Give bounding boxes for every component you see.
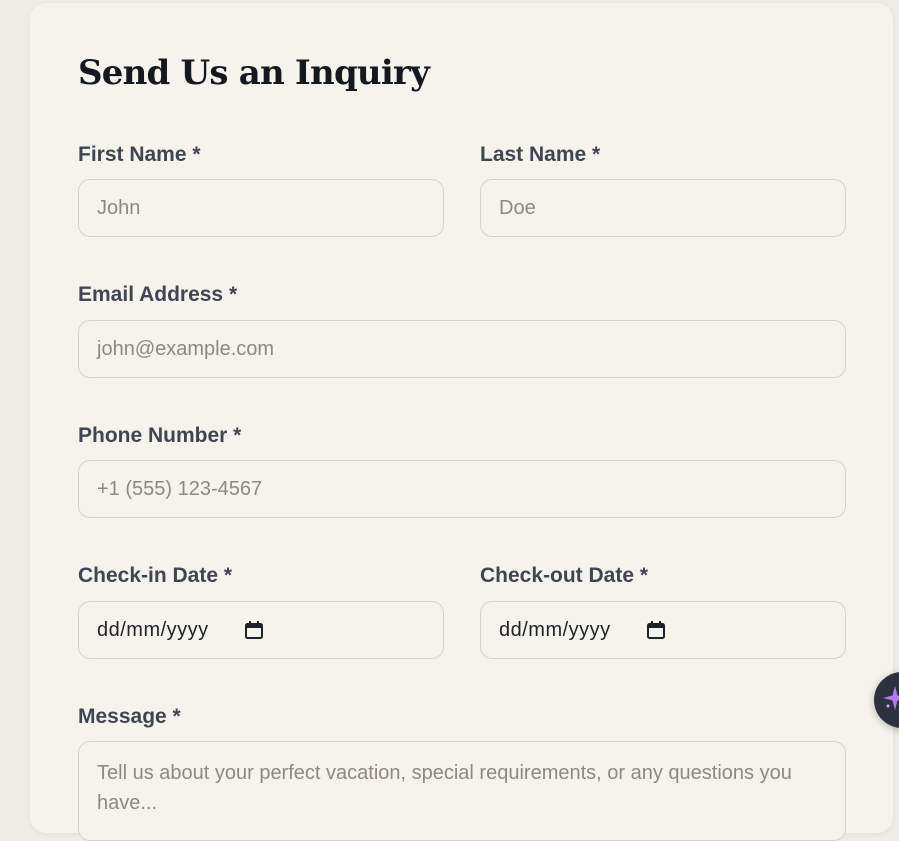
last-name-label: Last Name * <box>480 143 601 166</box>
calendar-icon[interactable] <box>645 619 667 641</box>
first-name-placeholder: John <box>97 196 141 219</box>
message-textarea[interactable]: Tell us about your perfect vacation, spe… <box>78 741 846 841</box>
phone-placeholder: +1 (555) 123-4567 <box>97 477 263 500</box>
email-placeholder: john@example.com <box>97 337 275 360</box>
phone-input[interactable]: +1 (555) 123-4567 <box>78 460 846 518</box>
email-label: Email Address * <box>78 283 238 306</box>
check-out-date-placeholder: dd/mm/yyyy <box>499 618 611 641</box>
check-out-date-input[interactable]: dd/mm/yyyy <box>480 601 846 659</box>
phone-label: Phone Number * <box>78 424 242 447</box>
first-name-label: First Name * <box>78 143 201 166</box>
check-in-label: Check-in Date * <box>78 564 233 587</box>
first-name-input[interactable]: John <box>78 179 444 237</box>
check-in-date-placeholder: dd/mm/yyyy <box>97 618 209 641</box>
calendar-icon[interactable] <box>243 619 265 641</box>
check-in-date-input[interactable]: dd/mm/yyyy <box>78 601 444 659</box>
last-name-input[interactable]: Doe <box>480 179 846 237</box>
inquiry-form-card: Send Us an Inquiry First Name * John Las… <box>30 3 893 841</box>
message-label: Message * <box>78 705 181 728</box>
message-placeholder: Tell us about your perfect vacation, spe… <box>97 762 792 814</box>
check-out-label: Check-out Date * <box>480 564 649 587</box>
email-input[interactable]: john@example.com <box>78 320 846 378</box>
last-name-placeholder: Doe <box>499 196 536 219</box>
sparkle-icon <box>882 685 899 716</box>
form-title: Send Us an Inquiry <box>78 53 430 93</box>
